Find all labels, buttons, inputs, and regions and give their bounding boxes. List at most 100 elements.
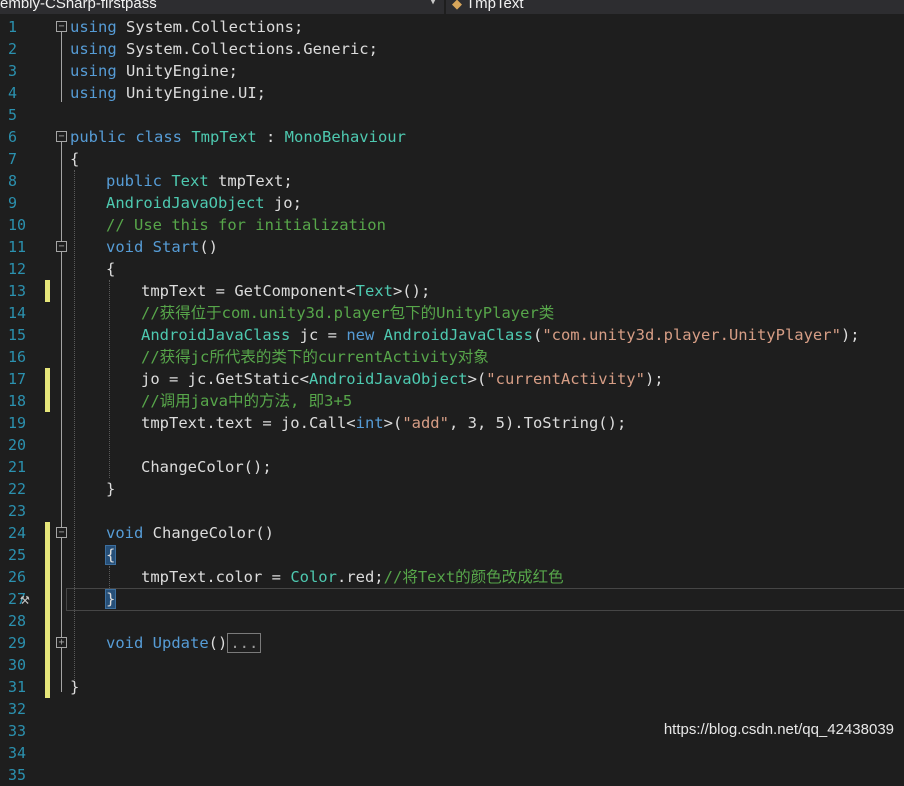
line-number: 1 [8, 18, 18, 36]
line-number: 33 [8, 722, 27, 740]
minus-box-icon[interactable]: − [56, 21, 67, 32]
code-text: jc = [290, 326, 347, 344]
brace: { [106, 260, 116, 278]
member-dropdown[interactable]: ◆ TmpText [452, 0, 524, 14]
line-number: 25 [8, 546, 27, 564]
line-number: 35 [8, 766, 27, 784]
line-number: 28 [8, 612, 27, 630]
code-text: ( [532, 326, 543, 344]
line-number: 4 [8, 84, 18, 102]
change-marker [45, 280, 50, 302]
keyword: using [70, 84, 117, 102]
project-dropdown[interactable]: embly-CSharp-firstpass [0, 0, 430, 14]
field-name: tmpText; [208, 172, 293, 190]
line-number: 10 [8, 216, 27, 234]
code-text: tmpText.text = jo.Call< [141, 414, 356, 432]
brace: } [106, 480, 116, 498]
type-name: Text [171, 172, 209, 190]
comment: //将Text的颜色改成红色 [383, 568, 564, 586]
punctuation: () [255, 524, 274, 542]
code-line-1: using System.Collections; [70, 16, 303, 38]
line-number: 15 [8, 326, 27, 344]
keyword: using [70, 40, 117, 58]
code-editor[interactable]: 1 2 3 4 5 6 7 8 9 10 11 12 13 14 15 16 17 18 19 20 21 22 23 24 2… [0, 16, 904, 784]
code-line-4: using UnityEngine.UI; [70, 82, 266, 104]
code-line-29: void Update()... [106, 632, 262, 654]
keyword: new [346, 326, 375, 344]
line-number: 6 [8, 128, 18, 146]
line-number: 22 [8, 480, 27, 498]
indent-guide [109, 566, 110, 588]
brace: } [70, 678, 80, 696]
code-text: , 3, 5).ToString(); [448, 414, 627, 432]
line-number: 17 [8, 370, 27, 388]
line-number: 5 [8, 106, 18, 124]
code-line-6: public class TmpText : MonoBehaviour [70, 126, 406, 148]
dropdown-arrow-icon[interactable]: ▼ [430, 0, 436, 7]
punctuation: : [256, 128, 285, 146]
code-text: >( [467, 370, 487, 388]
collapsed-region[interactable]: ... [227, 633, 262, 653]
namespace: UnityEngine.UI; [116, 84, 266, 102]
type-name: AndroidJavaClass [383, 326, 533, 344]
project-name: embly-CSharp-firstpass [0, 0, 157, 12]
keyword: int [355, 414, 384, 432]
code-text: ); [840, 326, 860, 344]
line-number: 12 [8, 260, 27, 278]
method-name: Update [152, 634, 209, 652]
line-number: 16 [8, 348, 27, 366]
code-line-25: { [104, 544, 117, 566]
keyword: void [106, 238, 144, 256]
current-line-highlight [66, 588, 904, 611]
type-name: AndroidJavaObject [308, 370, 468, 388]
code-text: tmpText = GetComponent< [141, 282, 356, 300]
minus-box-icon[interactable]: − [56, 131, 67, 142]
brace: { [70, 150, 80, 168]
line-number: 2 [8, 40, 18, 58]
line-number: 21 [8, 458, 27, 476]
code-line-27[interactable]: } [104, 588, 117, 610]
watermark: https://blog.csdn.net/qq_42438039 [663, 721, 894, 738]
minus-box-icon[interactable]: − [56, 241, 67, 252]
type-name: Text [355, 282, 393, 300]
change-marker [45, 522, 50, 698]
keyword: using [70, 18, 117, 36]
class-name: TmpText [191, 128, 257, 146]
line-number: 8 [8, 172, 18, 190]
line-number: 3 [8, 62, 18, 80]
code-text: >(); [392, 282, 431, 300]
base-class: MonoBehaviour [284, 128, 406, 146]
plus-box-icon[interactable]: + [56, 637, 67, 648]
line-number: 24 [8, 524, 27, 542]
code-text: jo = jc.GetStatic< [141, 370, 309, 388]
fold-guide [61, 32, 62, 102]
line-number: 29 [8, 634, 27, 652]
code-line-18: //调用java中的方法, 即3+5 [141, 392, 353, 410]
class-icon: ◆ [452, 0, 462, 11]
line-number: 13 [8, 282, 27, 300]
code-line-21: ChangeColor(); [141, 456, 272, 478]
code-line-14: //获得位于com.unity3d.player包下的UnityPlayer类 [141, 304, 555, 322]
code-line-9: AndroidJavaObject jo; [106, 192, 302, 214]
code-line-10: // Use this for initialization [106, 216, 386, 234]
line-number: 9 [8, 194, 18, 212]
line-number: 20 [8, 436, 27, 454]
screwdriver-icon[interactable]: ⚒ [20, 589, 30, 608]
line-number: 14 [8, 304, 27, 322]
type-name: AndroidJavaObject [106, 194, 265, 212]
keyword: void [106, 524, 144, 542]
code-line-7: { [70, 148, 79, 170]
line-number: 11 [8, 238, 27, 256]
code-text: .red; [336, 568, 384, 586]
line-number: 30 [8, 656, 27, 674]
line-number: 32 [8, 700, 27, 718]
fold-guide [61, 142, 62, 692]
minus-box-icon[interactable]: − [56, 527, 67, 538]
punctuation: () [199, 238, 219, 256]
code-text: tmpText.color = [141, 568, 291, 586]
string-literal: "com.unity3d.player.UnityPlayer" [542, 326, 841, 344]
code-line-34: } [70, 676, 79, 698]
navigation-bar: embly-CSharp-firstpass ▼ ◆ TmpText [0, 0, 904, 14]
punctuation: () [208, 634, 228, 652]
line-number: 23 [8, 502, 27, 520]
